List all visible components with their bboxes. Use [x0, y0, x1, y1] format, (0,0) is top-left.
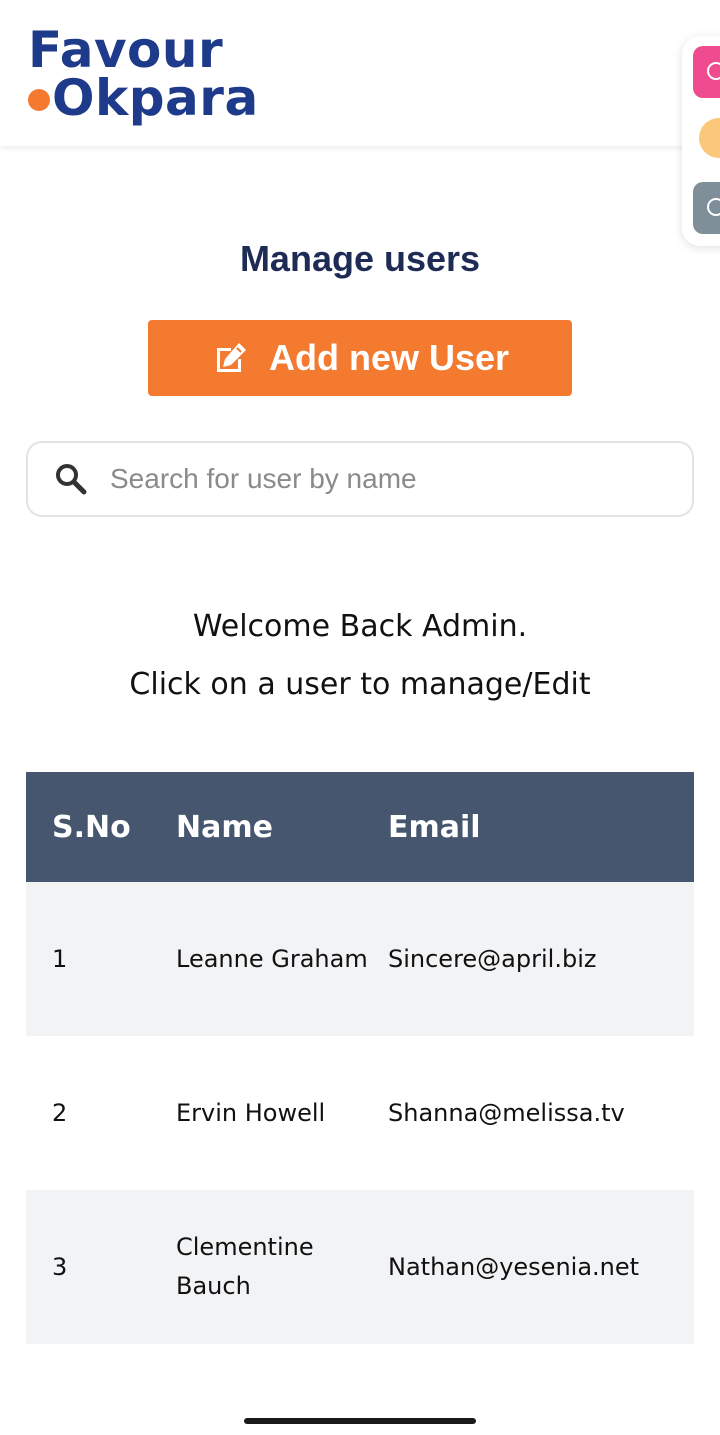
logo-line2-wrap: Okpara	[28, 69, 259, 127]
cell-name: Ervin Howell	[176, 1098, 326, 1127]
users-table: S.No Name Email 1 Leanne Graham Sincere@…	[26, 772, 694, 1344]
circle-icon	[707, 62, 720, 80]
logo-line2: Okpara	[52, 69, 259, 127]
logo-line1: Favour	[28, 21, 224, 79]
app-header: Favour Okpara	[0, 0, 720, 146]
page-title: Manage users	[239, 238, 481, 279]
cell-sno: 2	[52, 1098, 68, 1127]
table-row[interactable]: 2 Ervin Howell Shanna@melissa.tv	[26, 1036, 694, 1190]
logo[interactable]: Favour Okpara	[28, 21, 259, 127]
header-name: Name	[176, 809, 273, 845]
header-email: Email	[388, 809, 481, 845]
search-icon	[54, 462, 88, 496]
table-row[interactable]: 3 Clementine Bauch Nathan@yesenia.net	[26, 1190, 694, 1344]
cell-sno: 1	[52, 944, 68, 973]
side-widget-yellow-button[interactable]	[693, 112, 720, 164]
search-bar[interactable]	[26, 441, 694, 517]
add-new-user-label: Add new User	[268, 337, 510, 378]
side-widget-pink-button[interactable]	[693, 46, 720, 98]
floating-side-widget	[682, 36, 720, 246]
cell-email: Shanna@melissa.tv	[388, 1098, 625, 1127]
logo-dot	[28, 89, 50, 111]
cell-email: Nathan@yesenia.net	[388, 1252, 640, 1281]
table-header: S.No Name Email	[26, 772, 694, 882]
table-row[interactable]: 1 Leanne Graham Sincere@april.biz	[26, 882, 694, 1036]
edit-icon	[211, 338, 251, 378]
cell-email: Sincere@april.biz	[388, 944, 597, 973]
welcome-line2: Click on a user to manage/Edit	[129, 667, 591, 702]
add-new-user-button[interactable]: Add new User	[148, 320, 572, 396]
header-sno: S.No	[52, 809, 131, 845]
search-input[interactable]	[108, 462, 632, 496]
home-indicator[interactable]	[244, 1418, 476, 1424]
side-widget-grey-button[interactable]	[693, 182, 720, 234]
welcome-message: Welcome Back Admin. Click on a user to m…	[0, 598, 720, 714]
refresh-icon	[707, 198, 720, 216]
cell-name: Clementine Bauch	[176, 1233, 314, 1300]
welcome-line1: Welcome Back Admin.	[192, 609, 528, 644]
cell-sno: 3	[52, 1252, 68, 1281]
cell-name: Leanne Graham	[176, 944, 368, 973]
